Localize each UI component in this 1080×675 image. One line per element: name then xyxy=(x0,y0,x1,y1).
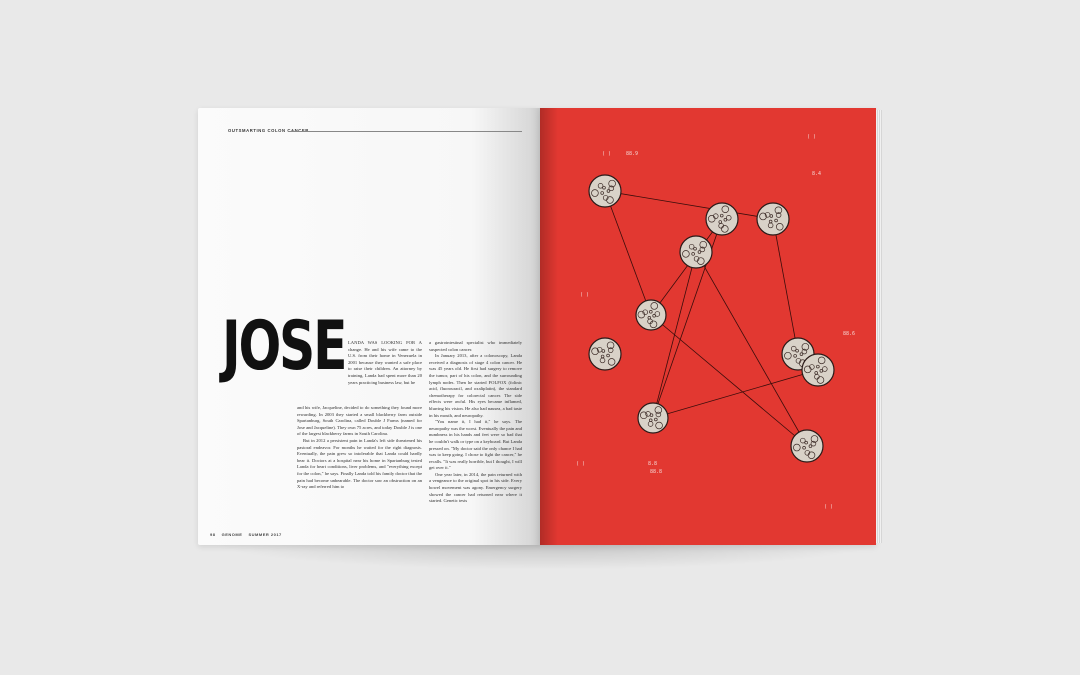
section-rule xyxy=(290,130,522,132)
body-paragraph: In January 2013, after a colonoscopy, La… xyxy=(429,353,523,418)
page-stack-edge xyxy=(876,110,882,543)
annotation-glyph: 88.8 xyxy=(650,469,662,475)
annotation-glyph: 88.9 xyxy=(626,151,638,157)
page-number: 98 xyxy=(210,532,216,537)
headline: JOSE xyxy=(222,307,347,386)
body-paragraph: But in 2012 a persistent pain in Landa's… xyxy=(297,437,422,490)
body-paragraph: One year later, in 2014, the pain return… xyxy=(429,471,522,504)
network-line xyxy=(652,369,819,419)
body-paragraph: and his wife, Jacqueline, decided to do … xyxy=(297,405,422,437)
cell-node xyxy=(790,429,824,463)
annotation-glyph: 88.6 xyxy=(843,331,855,337)
cell-node xyxy=(635,299,667,331)
cell-node xyxy=(705,202,739,236)
body-column-a-top: LANDA WAS LOOKING FOR A change. He and h… xyxy=(348,340,422,386)
annotation-glyph: ( ) xyxy=(824,504,833,510)
network-line xyxy=(650,218,723,316)
cell-network-illustration: ( ) 88.9 ( ) 8.4 88.6 ( ) ( ) 8.8 88.8 ( ) xyxy=(576,134,855,510)
annotation-glyph: ( ) xyxy=(602,151,611,157)
network-line xyxy=(650,314,808,447)
magazine-name: GENOME xyxy=(221,532,243,537)
cell-nodes xyxy=(588,174,835,463)
body-column-b: a gastrointestinal specialist who immedi… xyxy=(429,340,522,505)
annotation-glyph: ( ) xyxy=(580,292,589,298)
cell-node xyxy=(756,202,790,236)
annotation-glyph: ( ) xyxy=(807,134,816,140)
network-line xyxy=(772,218,799,355)
annotation-glyph: 8.8 xyxy=(648,461,657,467)
body-paragraph: a gastrointestinal specialist who immedi… xyxy=(429,340,522,352)
body-paragraph: "You name it, I had it," he says. The ne… xyxy=(429,419,522,471)
body-paragraph: LANDA WAS LOOKING FOR A change. He and h… xyxy=(348,340,422,385)
body-column-a-bottom: and his wife, Jacqueline, decided to do … xyxy=(297,405,422,491)
cell-node xyxy=(588,174,622,208)
cell-node xyxy=(801,353,835,387)
network-line xyxy=(604,190,774,220)
network-line xyxy=(604,190,652,316)
folio: 98 GENOME SUMMER 2017 xyxy=(210,532,287,537)
issue-date: SUMMER 2017 xyxy=(248,532,282,537)
annotation-glyph: ( ) xyxy=(576,461,585,467)
cell-node xyxy=(679,235,713,269)
annotation-glyph: 8.4 xyxy=(812,171,821,177)
cell-node xyxy=(588,337,622,371)
cell-node xyxy=(637,402,669,434)
